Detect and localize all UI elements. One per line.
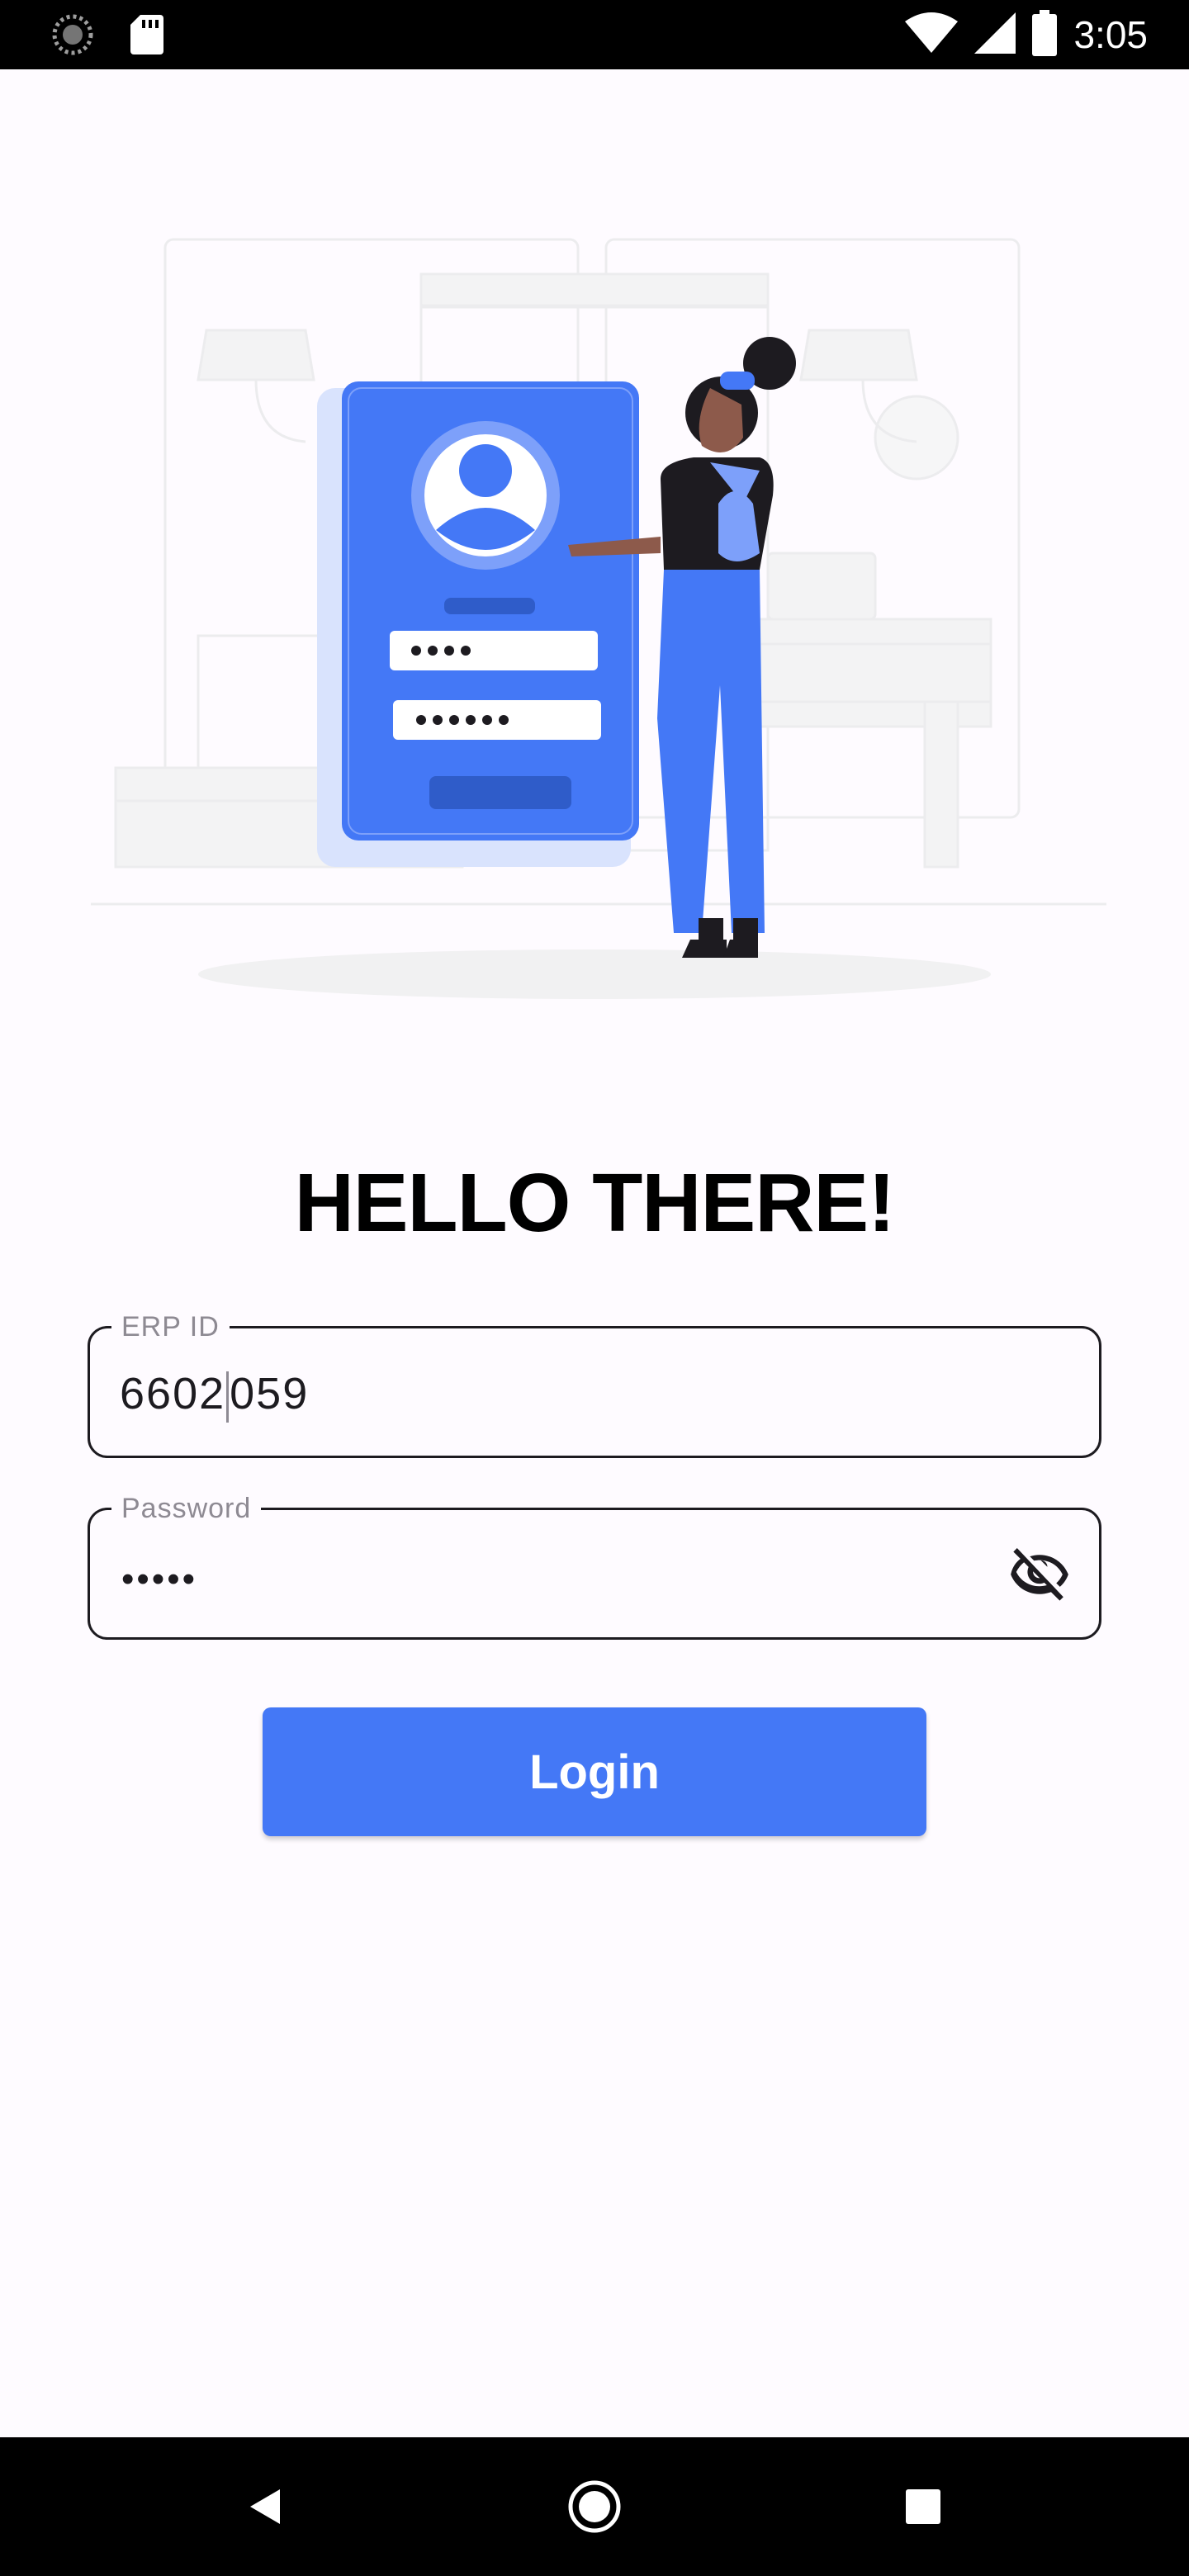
- erp-id-value-before-caret: 6602: [120, 1369, 226, 1418]
- password-value[interactable]: •••••: [121, 1561, 197, 1598]
- visibility-off-icon[interactable]: [1005, 1540, 1074, 1609]
- back-icon[interactable]: [233, 2474, 299, 2540]
- erp-id-value[interactable]: 6602059: [120, 1366, 309, 1423]
- login-button[interactable]: Login: [263, 1707, 926, 1836]
- erp-id-label: ERP ID: [111, 1309, 230, 1345]
- login-illustration: [83, 223, 1106, 1016]
- battery-icon: [1032, 9, 1058, 60]
- status-bar: 3:05: [0, 0, 1189, 69]
- text-caret: [226, 1371, 230, 1423]
- password-label: Password: [111, 1490, 262, 1527]
- password-field[interactable]: Password •••••: [88, 1490, 1101, 1640]
- recents-icon[interactable]: [890, 2474, 956, 2540]
- home-icon[interactable]: [561, 2474, 628, 2540]
- status-time: 3:05: [1073, 13, 1148, 56]
- sd-card-icon: [130, 15, 163, 59]
- navigation-bar: [0, 2437, 1189, 2576]
- erp-id-value-after-caret: 059: [230, 1369, 310, 1418]
- wifi-icon: [905, 12, 959, 59]
- loading-spinner-icon: [51, 13, 94, 60]
- erp-id-field[interactable]: ERP ID 6602059: [88, 1309, 1101, 1458]
- greeting-heading: HELLO THERE!: [294, 1157, 896, 1249]
- signal-icon: [974, 12, 1016, 58]
